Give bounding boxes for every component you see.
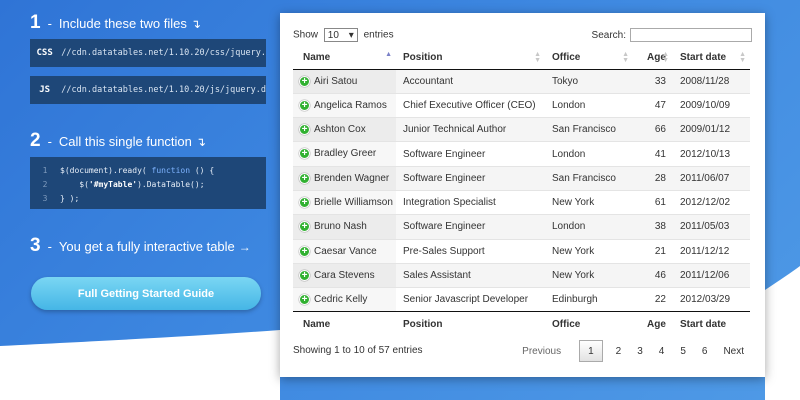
table-row[interactable]: + Bradley Greer Software Engineer London … (293, 141, 750, 167)
table-row[interactable]: + Cedric Kelly Senior Javascript Develope… (293, 287, 750, 312)
plus-circle-icon[interactable]: + (299, 75, 310, 87)
step-number: 3 (30, 235, 41, 256)
css-label: CSS (36, 48, 53, 58)
line-number: 3 (42, 193, 48, 203)
sort-arrows-icon: ▲ ▼ (739, 51, 746, 64)
table-row[interactable]: + Bruno Nash Software Engineer London 38 … (293, 214, 750, 240)
footer-office: Office (545, 311, 633, 337)
sort-asc-icon: ▲ (385, 51, 392, 58)
plus-circle-icon[interactable]: + (299, 221, 310, 233)
page-6-button[interactable]: 6 (694, 340, 716, 362)
sort-arrows-icon: ▲ ▼ (534, 51, 541, 64)
table-row[interactable]: + Airi Satou Accountant Tokyo 33 2008/11/… (293, 68, 750, 94)
table-header-row: Name ▲ Position ▲ ▼ Office ▲ ▼ Age ▲ ▼ Start da… (293, 46, 750, 70)
footer-age: Age (633, 311, 673, 337)
plus-circle-icon[interactable]: + (299, 124, 310, 136)
code-line: 2 $('#myTable').DataTable(); (30, 177, 266, 191)
dropdown-arrow-icon: ▾ (348, 29, 354, 41)
plus-circle-icon[interactable]: + (299, 245, 310, 257)
plus-circle-icon[interactable]: + (299, 197, 310, 209)
full-getting-started-guide-button[interactable]: Full Getting Started Guide (31, 277, 261, 310)
sort-arrows-icon: ▲ ▼ (662, 51, 669, 64)
getting-started-steps: 1 - Include these two files ↴ CSS //cdn.… (0, 0, 280, 400)
column-header-office[interactable]: Office ▲ ▼ (545, 46, 633, 70)
page-4-button[interactable]: 4 (651, 340, 673, 362)
plus-circle-icon[interactable]: + (299, 172, 310, 184)
table-row[interactable]: + Cara Stevens Sales Assistant New York 4… (293, 262, 750, 288)
table-row[interactable]: + Caesar Vance Pre-Sales Support New York… (293, 238, 750, 264)
page-3-button[interactable]: 3 (629, 340, 651, 362)
search-label: Search: (591, 29, 626, 41)
page-1-button[interactable]: 1 (579, 340, 603, 362)
js-url: //cdn.datatables.net/1.10.20/js/jquery.d (61, 85, 266, 95)
table-controls: Show 10 ▾ entries Search: (293, 27, 752, 43)
plus-circle-icon[interactable]: + (299, 294, 310, 306)
next-page-button[interactable]: Next (715, 340, 752, 362)
init-code-block[interactable]: 1 $(document).ready( function () { 2 $('#… (30, 157, 266, 209)
step-text: Include these two files (58, 16, 187, 31)
arrow-down-icon: ↴ (190, 17, 201, 31)
table-footer-row: Name Position Office Age Start date (293, 311, 750, 337)
table-info: Showing 1 to 10 of 57 entries (293, 345, 423, 356)
search-control: Search: (592, 28, 752, 42)
line-number: 1 (42, 165, 48, 175)
step-number: 1 (30, 12, 41, 33)
js-include-code[interactable]: JS //cdn.datatables.net/1.10.20/js/jquer… (30, 76, 266, 104)
page-2-button[interactable]: 2 (608, 340, 630, 362)
step-1: 1 - Include these two files ↴ (30, 12, 201, 33)
pagination: Previous 1 2 3 4 5 6 Next (514, 339, 752, 363)
footer-start-date: Start date (673, 311, 750, 337)
arrow-right-icon: → (238, 240, 251, 254)
footer-name: Name (293, 311, 396, 337)
code-line: 3} ); (30, 191, 266, 205)
sort-arrows-icon: ▲ ▼ (622, 51, 629, 64)
table-row[interactable]: + Ashton Cox Junior Technical Author San … (293, 117, 750, 142)
step-text: Call this single function (58, 134, 192, 149)
plus-circle-icon[interactable]: + (299, 99, 310, 111)
column-header-age[interactable]: Age ▲ ▼ (633, 46, 673, 70)
css-url: //cdn.datatables.net/1.10.20/css/jquery. (61, 48, 266, 58)
table-row[interactable]: + Brenden Wagner Software Engineer San Fr… (293, 165, 750, 191)
css-include-code[interactable]: CSS //cdn.datatables.net/1.10.20/css/jqu… (30, 39, 266, 67)
search-input[interactable] (630, 28, 752, 42)
plus-circle-icon[interactable]: + (299, 148, 310, 160)
table-body: + Airi Satou Accountant Tokyo 33 2008/11/… (293, 68, 750, 312)
column-header-start-date[interactable]: Start date ▲ ▼ (673, 46, 750, 70)
code-line: 1 $(document).ready( function () { (30, 163, 266, 177)
table-row[interactable]: + Angelica Ramos Chief Executive Officer … (293, 92, 750, 118)
table-row[interactable]: + Brielle Williamson Integration Speciali… (293, 189, 750, 215)
step-number: 2 (30, 130, 41, 151)
page-5-button[interactable]: 5 (672, 340, 694, 362)
column-header-name[interactable]: Name ▲ (293, 46, 396, 70)
employees-table: Name ▲ Position ▲ ▼ Office ▲ ▼ Age ▲ ▼ Start da… (293, 46, 750, 337)
step-2: 2 - Call this single function ↴ (30, 130, 206, 151)
entries-length-select[interactable]: 10 ▾ (323, 28, 358, 42)
arrow-down-icon: ↴ (195, 135, 206, 149)
step-3: 3 - You get a fully interactive table → (30, 235, 251, 256)
footer-position: Position (396, 311, 545, 337)
line-number: 2 (42, 179, 48, 189)
plus-circle-icon[interactable]: + (299, 269, 310, 281)
previous-page-button[interactable]: Previous (514, 340, 569, 362)
js-label: JS (39, 85, 51, 95)
length-control: Show 10 ▾ entries (293, 28, 394, 42)
column-header-position[interactable]: Position ▲ ▼ (396, 46, 545, 70)
step-text: You get a fully interactive table (58, 239, 235, 254)
datatable-demo-card: Show 10 ▾ entries Search: Name ▲ Position… (280, 13, 765, 377)
